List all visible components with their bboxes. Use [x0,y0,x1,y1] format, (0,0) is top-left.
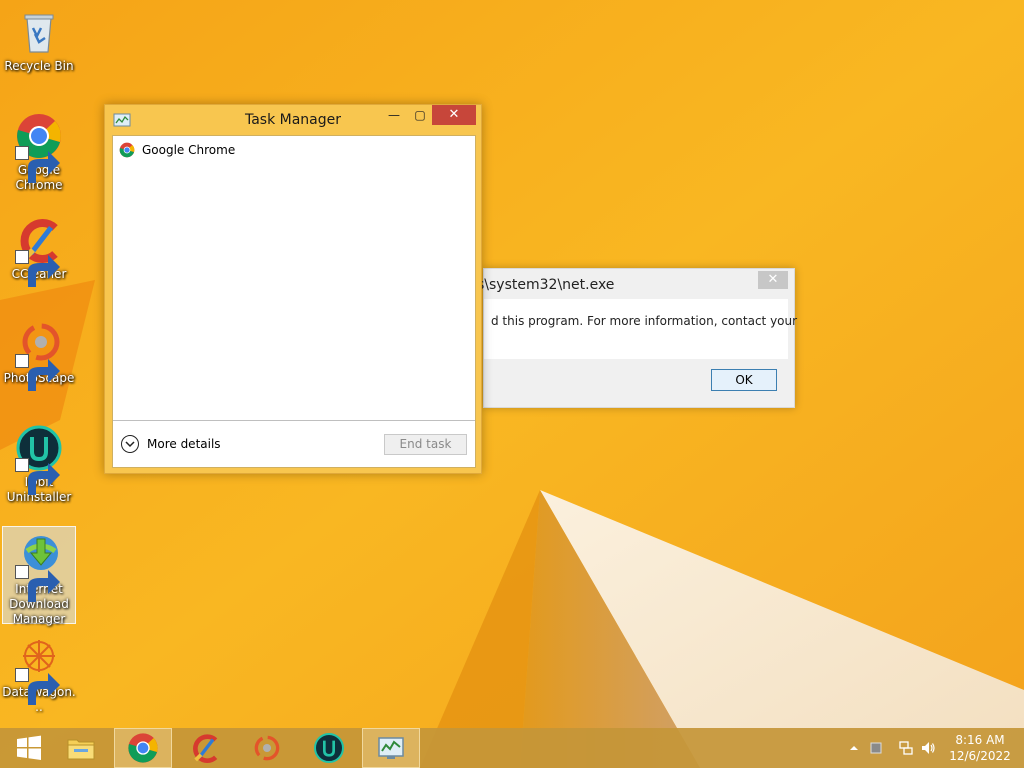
taskbar-item-iobit[interactable] [300,728,358,768]
photoscape-icon [254,735,280,761]
minimize-button[interactable]: — [381,105,407,125]
desktop-icon-datawagon[interactable]: DataWagon... [2,630,76,715]
shortcut-arrow-icon [15,668,60,705]
clock-date: 12/6/2022 [949,749,1011,763]
process-list: Google Chrome [113,136,475,420]
volume-icon[interactable] [920,740,936,756]
error-dialog-body: d this program. For more information, co… [484,299,797,359]
clock-time: 8:16 AM [955,733,1005,747]
taskbar-item-task-manager[interactable] [362,728,420,768]
ccleaner-icon [193,734,218,763]
action-center-icon[interactable] [868,740,884,756]
desktop-icon-recycle-bin[interactable]: Recycle Bin [2,4,76,74]
more-details-toggle[interactable]: More details [121,435,221,453]
chrome-icon [128,733,158,763]
shortcut-arrow-icon [15,354,60,391]
iobit-icon [15,424,63,495]
taskbar-clock[interactable]: 8:16 AM 12/6/2022 [944,732,1016,764]
task-manager-icon [378,737,404,759]
file-explorer-icon [67,739,95,760]
shortcut-arrow-icon [15,565,60,602]
shortcut-arrow-icon [15,250,60,287]
start-button[interactable] [0,728,58,768]
ok-button[interactable]: OK [711,369,777,391]
taskbar-item-ccleaner[interactable] [176,728,234,768]
desktop-icon-ccleaner[interactable]: CCleaner [2,212,76,287]
task-manager-window: Task Manager — ▢ ✕ Google Chrome More de… [104,104,482,474]
taskbar: 8:16 AM 12/6/2022 [0,728,1024,768]
desktop-icon-internet-download-manager[interactable]: Internet Download Manager [2,526,76,626]
ccleaner-icon [15,216,63,287]
task-manager-titlebar[interactable]: Task Manager — ▢ ✕ [105,105,481,135]
recycle-bin-icon [15,8,63,56]
desktop-icon-label: Recycle Bin [4,59,74,73]
desktop-icon-google-chrome[interactable]: Google Chrome [2,108,76,193]
iobit-icon [314,733,344,763]
process-row-google-chrome[interactable]: Google Chrome [113,140,475,160]
desktop-icon-iobit-uninstaller[interactable]: IObit Uninstaller [2,420,76,505]
shortcut-arrow-icon [15,458,60,495]
network-icon[interactable] [898,740,914,756]
more-details-label: More details [147,437,221,451]
taskbar-item-photoscape[interactable] [238,728,296,768]
maximize-button[interactable]: ▢ [407,105,433,125]
idm-icon [15,531,63,602]
taskbar-item-file-explorer[interactable] [52,728,110,768]
show-hidden-icons-chevron-icon[interactable] [846,740,862,756]
taskbar-item-chrome[interactable] [114,728,172,768]
photoscape-icon [15,320,63,391]
chevron-down-icon [121,435,139,453]
close-button[interactable]: ✕ [432,105,476,125]
desktop-icon-photoscape[interactable]: PhotoScape [2,316,76,391]
task-manager-content: Google Chrome More details End task [112,135,476,468]
chrome-icon [15,112,63,183]
task-manager-footer: More details End task [113,420,475,467]
datawagon-icon [15,634,63,705]
error-dialog: s\system32\net.exe ✕ d this program. For… [477,268,797,408]
shortcut-arrow-icon [15,146,60,183]
process-name: Google Chrome [142,143,236,157]
start-icon [17,735,41,760]
error-dialog-message: d this program. For more information, co… [491,314,798,328]
chrome-icon [119,142,135,158]
error-dialog-close-button[interactable]: ✕ [758,271,788,289]
end-task-button[interactable]: End task [384,434,467,455]
error-dialog-title: s\system32\net.exe [477,277,615,293]
